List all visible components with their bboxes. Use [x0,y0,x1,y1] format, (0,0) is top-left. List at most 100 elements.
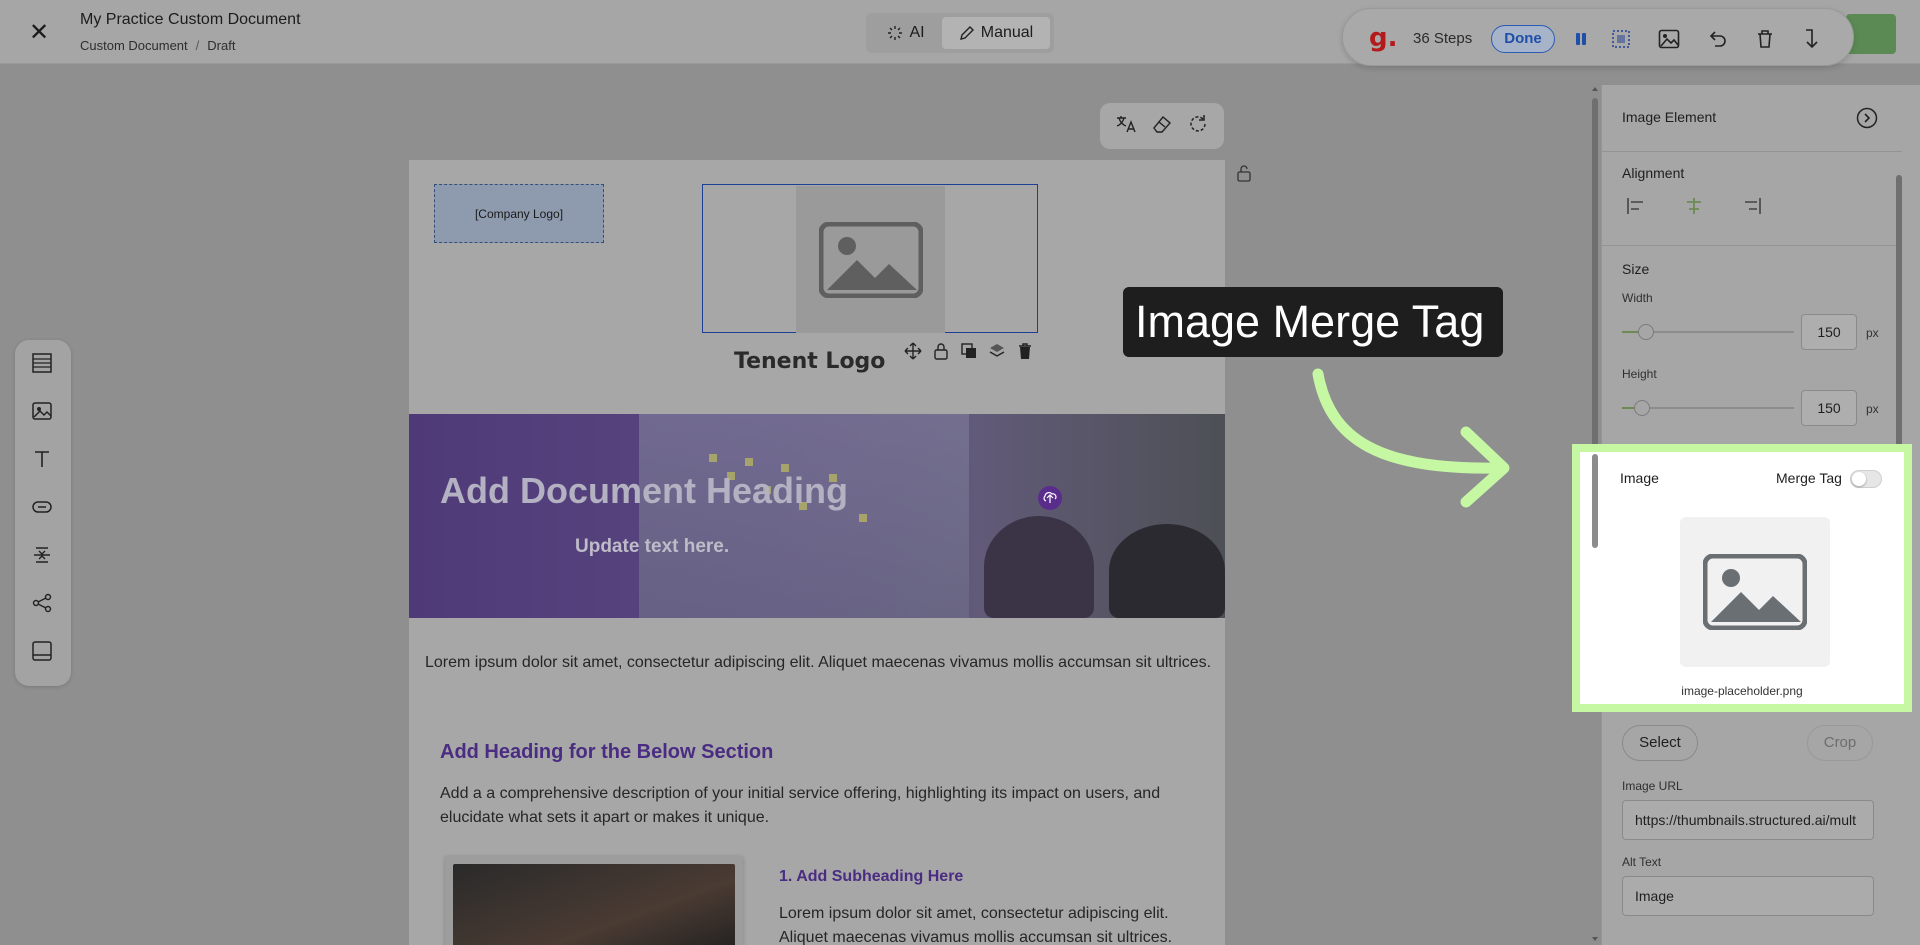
blur-icon[interactable] [1609,27,1633,51]
manual-mode-button[interactable]: Manual [942,17,1050,49]
footer-icon[interactable] [31,640,55,664]
image-placeholder-icon [1703,554,1807,630]
sticky-note [745,458,753,466]
height-label: Height [1622,367,1657,381]
breadcrumb-item: Draft [207,38,236,53]
section-heading[interactable]: Add Heading for the Below Section [440,741,773,764]
trash-icon[interactable] [1753,27,1777,51]
element-toolbar [15,340,71,686]
selected-image-element[interactable] [702,184,1038,333]
layers-icon[interactable] [988,342,1006,360]
arrow-down-icon[interactable] [1799,27,1823,51]
breadcrumb-separator: / [195,38,200,53]
section-icon[interactable] [31,352,55,376]
upload-icon[interactable] [1038,486,1062,510]
subheading[interactable]: 1. Add Subheading Here [779,868,963,886]
hero-subtext[interactable]: Update text here. [575,536,729,558]
intro-paragraph[interactable]: Lorem ipsum dolor sit amet, consectetur … [425,651,1215,675]
recorder-toolbar: g. 36 Steps Done [1342,8,1854,66]
hero-person [1109,524,1225,618]
width-slider-handle[interactable] [1638,324,1654,340]
height-slider-handle[interactable] [1634,400,1650,416]
align-left-icon[interactable] [1626,197,1646,215]
collapse-panel-icon[interactable] [1856,107,1878,129]
pencil-icon [959,26,974,40]
width-unit: px [1866,326,1879,340]
width-input[interactable]: 150 [1801,314,1857,350]
alt-text-input[interactable]: Image [1622,876,1874,916]
sticky-note [709,454,717,462]
panel-scrollbar-segment [1592,454,1598,548]
toggle-knob [1852,472,1866,486]
height-unit: px [1866,402,1879,416]
duplicate-icon[interactable] [960,342,978,360]
image-label: Image [1620,470,1659,486]
crop-image-button[interactable]: Crop [1807,725,1873,761]
subsection-photo [453,864,735,945]
mode-toggle: AI Manual [866,13,1054,53]
select-image-button[interactable]: Select [1622,725,1698,761]
done-button[interactable]: Done [1491,25,1555,53]
translate-icon[interactable] [1115,113,1137,140]
hero-heading[interactable]: Add Document Heading [440,470,848,512]
subsection-image[interactable] [445,856,743,945]
document-title: My Practice Custom Document [80,11,301,28]
share-icon[interactable] [31,592,55,616]
merge-tag-label: Merge Tag [1776,470,1842,486]
merge-tag-toggle[interactable] [1850,470,1882,488]
sparkle-icon [888,26,903,40]
ai-mode-button[interactable]: AI [870,17,942,49]
manual-mode-label: Manual [980,24,1034,41]
undo-icon[interactable] [1705,27,1729,51]
reset-icon[interactable] [1187,113,1209,140]
image-url-input[interactable]: https://thumbnails.structured.ai/mult [1622,800,1874,840]
tenant-logo-text: Tenent Logo [734,349,886,374]
alignment-label: Alignment [1622,165,1685,181]
width-slider[interactable] [1622,324,1794,340]
image-placeholder-icon [818,221,923,298]
tutorial-callout: Image Merge Tag [1123,287,1503,357]
hero-whiteboard-image [639,414,969,618]
subsection-paragraph[interactable]: Lorem ipsum dolor sit amet, consectetur … [779,902,1199,945]
alt-text-label: Alt Text [1622,855,1662,869]
image-icon[interactable] [31,400,55,424]
close-icon[interactable]: ✕ [26,20,52,46]
hero-banner[interactable]: Add Document Heading Update text here. [409,414,1225,618]
divider [1602,151,1902,152]
image-file-name: image-placeholder.png [1681,684,1803,698]
eraser-icon[interactable] [1151,113,1173,140]
sticky-note [859,514,867,522]
ai-mode-label: AI [909,24,925,41]
image-placeholder [796,186,945,333]
image-icon[interactable] [1657,27,1681,51]
unlock-icon[interactable] [1236,164,1252,182]
image-url-label: Image URL [1622,779,1683,793]
width-label: Width [1622,291,1653,305]
move-icon[interactable] [904,342,922,360]
section-paragraph[interactable]: Add a a comprehensive description of you… [440,782,1200,830]
panel-title: Image Element [1622,109,1717,125]
element-actions [904,342,1034,360]
panel-inner-scroll-thumb[interactable] [1896,175,1902,455]
delete-icon[interactable] [1016,342,1034,360]
breadcrumb: Custom Document / Draft [80,38,235,53]
alignment-options [1626,197,1762,215]
document-canvas: [Company Logo] Tenent Logo Add Document … [409,160,1225,945]
step-count: 36 Steps [1413,30,1473,47]
align-right-icon[interactable] [1742,197,1762,215]
hero-person [984,516,1094,618]
document-tools [1100,103,1224,149]
image-thumbnail[interactable] [1680,517,1830,667]
button-icon[interactable] [31,496,55,520]
align-center-icon[interactable] [1684,197,1704,215]
lock-icon[interactable] [932,342,950,360]
text-icon[interactable] [31,448,55,472]
divider [1602,245,1902,246]
height-input[interactable]: 150 [1801,390,1857,426]
divider-icon[interactable] [31,544,55,568]
pause-icon[interactable] [1569,27,1593,51]
breadcrumb-item[interactable]: Custom Document [80,38,188,53]
size-label: Size [1622,261,1650,277]
company-logo-placeholder[interactable]: [Company Logo] [434,184,604,243]
height-slider[interactable] [1622,400,1794,416]
